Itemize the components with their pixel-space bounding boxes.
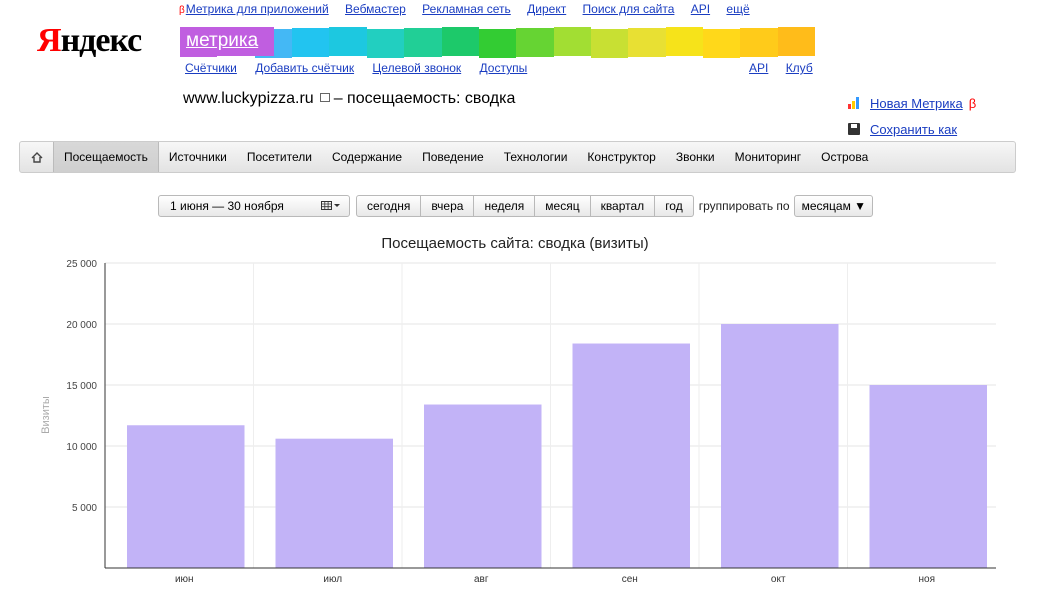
bar-окт (721, 324, 839, 568)
y-tick-label: 15 000 (66, 381, 97, 392)
x-tick-label: июл (323, 574, 342, 585)
y-tick-label: 25 000 (66, 259, 97, 270)
y-tick-label: 20 000 (66, 320, 97, 331)
x-tick-label: июн (175, 574, 194, 585)
x-tick-label: авг (474, 574, 489, 585)
bar-сен (572, 343, 690, 568)
bar-июн (127, 425, 245, 568)
x-tick-label: ноя (919, 574, 936, 585)
y-tick-label: 5 000 (72, 503, 97, 514)
bar-июл (275, 438, 393, 568)
bar-ноя (869, 385, 987, 568)
bar-авг (424, 404, 542, 568)
y-axis-title: Визиты (40, 396, 52, 434)
y-tick-label: 10 000 (66, 442, 97, 453)
x-tick-label: окт (771, 574, 786, 585)
visits-bar-chart: 5 000 10 000 15 000 20 000 25 000 июн июл авг се… (40, 259, 996, 585)
x-tick-label: сен (622, 574, 638, 585)
